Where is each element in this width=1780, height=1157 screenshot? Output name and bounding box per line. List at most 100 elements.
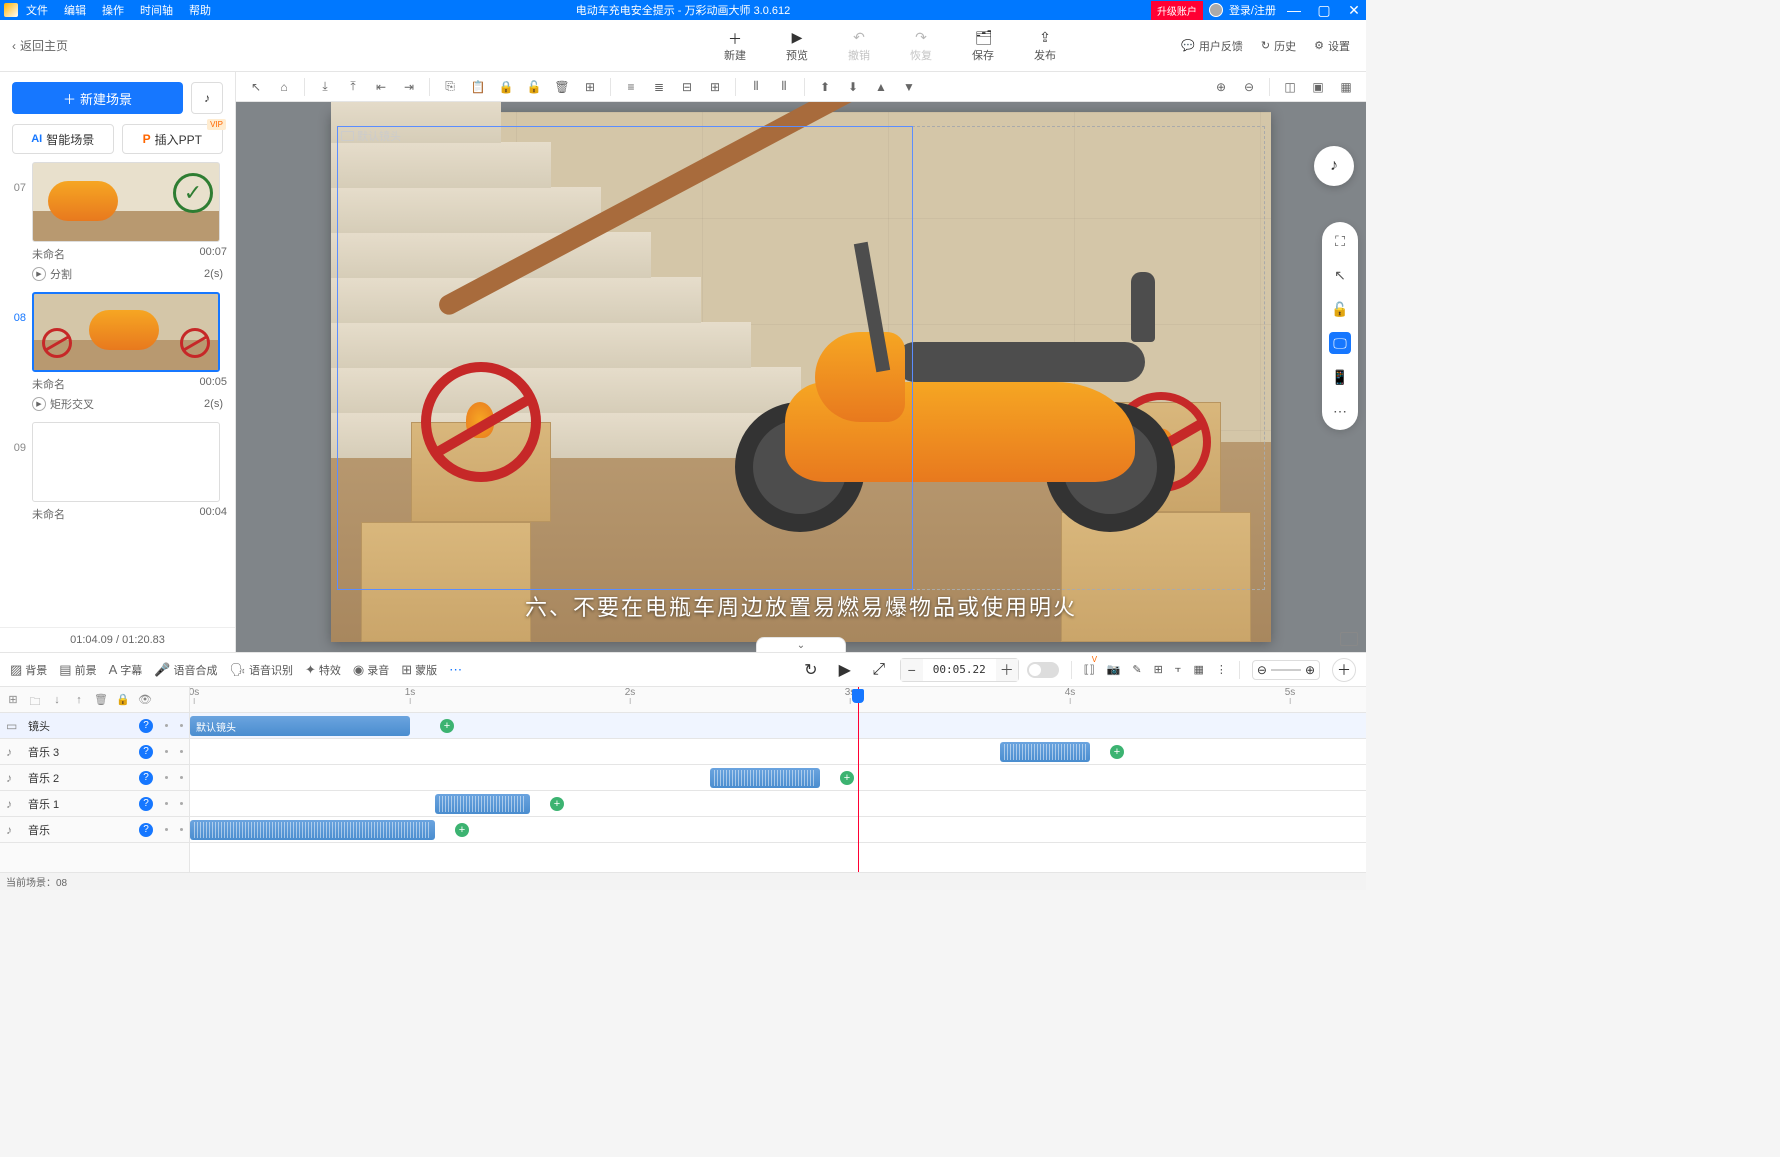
main-menu[interactable]: 文件 编辑 操作 时间轴 帮助 [26, 2, 211, 18]
undo-button[interactable]: ↶撤销 [842, 29, 876, 63]
settings-button[interactable]: ⚙设置 [1314, 38, 1350, 54]
more-menu-button[interactable]: ⋯ [449, 662, 462, 678]
track-row[interactable]: + [190, 765, 1366, 791]
track-row[interactable]: 默认镜头 + [190, 713, 1366, 739]
add-track-button[interactable]: ＋ [1332, 658, 1356, 682]
track-header[interactable]: ♪音乐 1? [0, 791, 189, 817]
delete-button[interactable]: 🗑 [550, 75, 574, 99]
bg-button[interactable]: ▨背景 [10, 662, 47, 678]
track-row[interactable]: + [190, 791, 1366, 817]
feedback-button[interactable]: 💬用户反馈 [1181, 38, 1243, 54]
audio-clip[interactable] [710, 768, 820, 788]
help-icon[interactable]: ? [139, 771, 153, 785]
zoom-controls[interactable]: ⊖ ⊕ [1252, 660, 1320, 680]
menu-file[interactable]: 文件 [26, 2, 48, 18]
maximize-button[interactable]: ▢ [1312, 2, 1336, 19]
home-button[interactable]: ⌂ [272, 75, 296, 99]
marker-button[interactable]: ⟦⟧V [1084, 663, 1095, 676]
menu-help[interactable]: 帮助 [189, 2, 211, 18]
play-icon[interactable]: ▶ [32, 267, 46, 281]
distribute1-button[interactable]: ⫴ [744, 75, 768, 99]
play-button[interactable]: ▶ [832, 657, 858, 683]
fg-button[interactable]: ▤前景 [59, 662, 96, 678]
mobile-view-button[interactable]: 📱 [1329, 366, 1351, 388]
cursor-button[interactable]: ↖ [244, 75, 268, 99]
down-button[interactable]: ↓ [50, 693, 64, 707]
fx-button[interactable]: ✦特效 [305, 662, 341, 678]
camera-clip[interactable]: 默认镜头 [190, 716, 410, 736]
track-header[interactable]: ▭镜头? [0, 713, 189, 739]
distribute2-button[interactable]: ⫴ [772, 75, 796, 99]
login-button[interactable]: 登录/注册 [1229, 2, 1276, 18]
replay-button[interactable]: ↻ [798, 657, 824, 683]
add-scene-button[interactable]: ＋新建场景 [12, 82, 183, 114]
zoom-out-button[interactable]: ⊖ [1257, 663, 1267, 677]
help-icon[interactable]: ? [139, 823, 153, 837]
keyframe-add[interactable]: + [440, 719, 454, 733]
image-icon[interactable] [1340, 632, 1358, 646]
scene-item[interactable]: 09 未命名00:04 [8, 422, 227, 524]
track-header[interactable]: ♪音乐 3? [0, 739, 189, 765]
scene-thumbnail[interactable] [32, 162, 220, 242]
menu-edit[interactable]: 编辑 [64, 2, 86, 18]
menu-action[interactable]: 操作 [102, 2, 124, 18]
help-icon[interactable]: ? [139, 797, 153, 811]
layer-up-button[interactable]: ▲ [869, 75, 893, 99]
desktop-view-button[interactable]: 🖵 [1329, 332, 1351, 354]
loop-switch[interactable] [1027, 662, 1059, 678]
publish-button[interactable]: ⇪发布 [1028, 29, 1062, 63]
delete2-button[interactable]: 🗑 [94, 693, 108, 707]
more-button[interactable]: ⋯ [1329, 400, 1351, 422]
add-button[interactable]: ⊞ [6, 693, 20, 707]
time-decrement[interactable]: − [901, 659, 923, 681]
fullscreen-button[interactable]: ⛶ [1329, 230, 1351, 252]
scene-thumbnail[interactable] [32, 422, 220, 502]
folder-button[interactable]: 🗀 [28, 693, 42, 707]
send-back-button[interactable]: ⬇ [841, 75, 865, 99]
fill-button[interactable]: ▣ [1306, 75, 1330, 99]
collapse-timeline-button[interactable]: ⌄ [756, 637, 846, 652]
expand-button[interactable]: ⤢ [866, 657, 892, 683]
scene-thumbnail[interactable] [32, 292, 220, 372]
align-bottom-button[interactable]: ⤓ [313, 75, 337, 99]
mask-button[interactable]: ⊞蒙版 [401, 662, 437, 678]
zoom-slider[interactable] [1271, 669, 1301, 671]
time-ruler[interactable]: 0s 1s 2s 3s 4s 5s [190, 687, 1366, 713]
back-home-button[interactable]: ‹ 返回主页 [0, 20, 80, 71]
minimize-button[interactable]: — [1282, 2, 1306, 18]
tts-button[interactable]: 🎤语音合成 [154, 662, 217, 678]
zoom-out-button[interactable]: ⊖ [1237, 75, 1261, 99]
align-center2-button[interactable]: ⊟ [675, 75, 699, 99]
unlock-button[interactable]: 🔓 [522, 75, 546, 99]
audio-clip[interactable] [190, 820, 435, 840]
help-icon[interactable]: ? [139, 745, 153, 759]
group-button[interactable]: ⊞ [578, 75, 602, 99]
filter-button[interactable]: ⫟ [1175, 663, 1182, 676]
up-button[interactable]: ↑ [72, 693, 86, 707]
history-button[interactable]: ↻历史 [1261, 38, 1296, 54]
align-top-button[interactable]: ⤒ [341, 75, 365, 99]
playhead[interactable] [858, 687, 859, 872]
scene-item[interactable]: 08 未命名00:05 ▶矩形交叉2(s) [8, 292, 227, 416]
align-right-button[interactable]: ⇥ [397, 75, 421, 99]
keyframe-add[interactable]: + [550, 797, 564, 811]
save-button[interactable]: 🗂保存 [966, 29, 1000, 63]
align-left2-button[interactable]: ≡ [619, 75, 643, 99]
close-button[interactable]: ✕ [1342, 2, 1366, 19]
align-left-button[interactable]: ⇤ [369, 75, 393, 99]
subtitle-button[interactable]: A字幕 [109, 662, 143, 678]
scene-list[interactable]: 07 未命名00:07 ▶分割2(s) 08 未命名00:05 [0, 162, 235, 627]
sound-button[interactable]: ♪ [191, 82, 223, 114]
redo-button[interactable]: ↷恢复 [904, 29, 938, 63]
grid-tool-button[interactable]: ⊞ [1154, 663, 1163, 676]
menu-timeline[interactable]: 时间轴 [140, 2, 173, 18]
camera-tool-button[interactable]: 📷 [1107, 663, 1121, 676]
record-button[interactable]: ◉录音 [353, 662, 389, 678]
time-increment[interactable]: ＋ [996, 659, 1018, 681]
track-header[interactable]: ♪音乐? [0, 817, 189, 843]
insert-ppt-button[interactable]: P插入PPTVIP [122, 124, 224, 154]
zoom-in-button[interactable]: ⊕ [1209, 75, 1233, 99]
grid2-button[interactable]: ▦ [1193, 663, 1203, 676]
floating-music-button[interactable]: ♪ [1314, 146, 1354, 186]
keyframe-add[interactable]: + [455, 823, 469, 837]
